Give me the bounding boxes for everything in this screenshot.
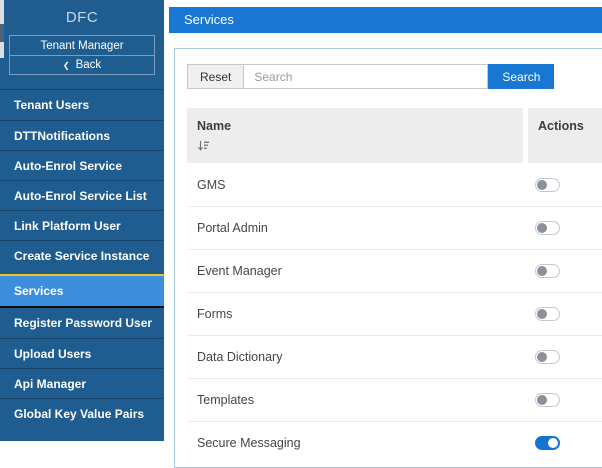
table-row: Data Dictionary <box>187 335 602 378</box>
table-row: Forms <box>187 292 602 335</box>
search-button[interactable]: Search <box>488 64 555 89</box>
back-label: Back <box>75 59 102 71</box>
sidebar-button-group: Tenant Manager ❮ Back <box>9 35 155 75</box>
service-name: Secure Messaging <box>197 436 301 450</box>
table-header: Name Actions <box>187 108 602 163</box>
search-input[interactable] <box>244 64 489 89</box>
table-row: Secure Messaging <box>187 421 602 464</box>
sidebar-item-services[interactable]: Services <box>0 274 164 308</box>
sort-ascending-icon[interactable] <box>197 139 210 157</box>
sidebar: DFC Tenant Manager ❮ Back Tenant Users DT… <box>0 0 164 441</box>
toggle-knob-icon <box>537 179 547 190</box>
service-name: Portal Admin <box>197 221 268 235</box>
toggle-knob-icon <box>537 395 547 405</box>
chevron-left-icon: ❮ <box>62 60 70 70</box>
sidebar-item-label: DTTNotifications <box>14 128 110 143</box>
sidebar-item-global-key-value-pairs[interactable]: Global Key Value Pairs <box>0 398 164 428</box>
back-button[interactable]: ❮ Back <box>10 55 154 74</box>
service-toggle[interactable] <box>535 264 560 278</box>
sidebar-item-label: Services <box>14 284 64 298</box>
sidebar-item-label: Upload Users <box>14 346 92 361</box>
service-toggle[interactable] <box>535 436 560 450</box>
column-header-name: Name <box>187 108 523 163</box>
toggle-knob-icon <box>548 438 558 448</box>
sidebar-item-api-manager[interactable]: Api Manager <box>0 368 164 398</box>
table-row: Event Manager <box>187 249 602 292</box>
reset-button[interactable]: Reset <box>187 64 245 89</box>
service-name: Data Dictionary <box>197 350 283 364</box>
sidebar-item-label: Auto-Enrol Service List <box>14 188 147 203</box>
page-header: Services <box>169 7 602 33</box>
toggle-knob-icon <box>537 223 547 233</box>
sidebar-item-label: Api Manager <box>14 376 87 391</box>
sidebar-item-label: Register Password User <box>14 316 153 330</box>
sidebar-item-register-password-user[interactable]: Register Password User <box>0 308 164 338</box>
service-toggle[interactable] <box>535 393 560 407</box>
table-row: Templates <box>187 378 602 421</box>
app-title: DFC <box>65 9 99 26</box>
sidebar-scrollbar-thumb[interactable] <box>0 24 4 42</box>
search-toolbar: Reset Search <box>187 64 602 89</box>
service-name: Forms <box>197 307 233 321</box>
column-header-actions: Actions <box>528 108 602 163</box>
service-toggle[interactable] <box>535 350 560 364</box>
actions-column-label: Actions <box>538 119 584 133</box>
table-row: GMS <box>187 163 602 206</box>
main-content: Services Reset Search Name Acti <box>169 0 602 468</box>
sidebar-item-auto-enrol-service[interactable]: Auto-Enrol Service <box>0 150 164 180</box>
service-name: GMS <box>197 177 226 192</box>
sidebar-item-label: Global Key Value Pairs <box>14 406 145 421</box>
tenant-manager-label: Tenant Manager <box>40 39 124 52</box>
sidebar-scrollbar <box>0 0 4 58</box>
sidebar-item-label: Tenant Users <box>14 98 90 112</box>
sidebar-item-tenant-users[interactable]: Tenant Users <box>0 90 164 120</box>
toggle-knob-icon <box>537 309 547 319</box>
services-table-body: GMS Portal Admin Event Manager Forms Dat… <box>187 163 602 464</box>
sidebar-item-label: Auto-Enrol Service <box>14 158 123 173</box>
sidebar-item-upload-users[interactable]: Upload Users <box>0 338 164 368</box>
sidebar-item-link-platform-user[interactable]: Link Platform User <box>0 210 164 240</box>
toggle-knob-icon <box>537 352 547 362</box>
service-toggle[interactable] <box>535 221 560 235</box>
content-panel: Reset Search Name Actions G <box>174 48 602 468</box>
service-name: Templates <box>197 393 254 407</box>
table-row: Portal Admin <box>187 206 602 249</box>
sidebar-nav: Tenant Users DTTNotifications Auto-Enrol S… <box>0 89 164 428</box>
service-toggle[interactable] <box>535 177 560 192</box>
toggle-knob-icon <box>537 266 547 276</box>
page-title: Services <box>184 12 234 27</box>
sidebar-item-auto-enrol-service-list[interactable]: Auto-Enrol Service List <box>0 180 164 210</box>
sidebar-item-dttnotifications[interactable]: DTTNotifications <box>0 120 164 150</box>
service-toggle[interactable] <box>535 307 560 321</box>
tenant-manager-button[interactable]: Tenant Manager <box>10 36 154 55</box>
service-name: Event Manager <box>197 264 282 278</box>
sidebar-item-label: Create Service Instance <box>14 248 150 263</box>
sidebar-item-label: Link Platform User <box>14 218 121 233</box>
sidebar-item-create-service-instance[interactable]: Create Service Instance <box>0 240 164 270</box>
name-column-label: Name <box>197 119 232 133</box>
